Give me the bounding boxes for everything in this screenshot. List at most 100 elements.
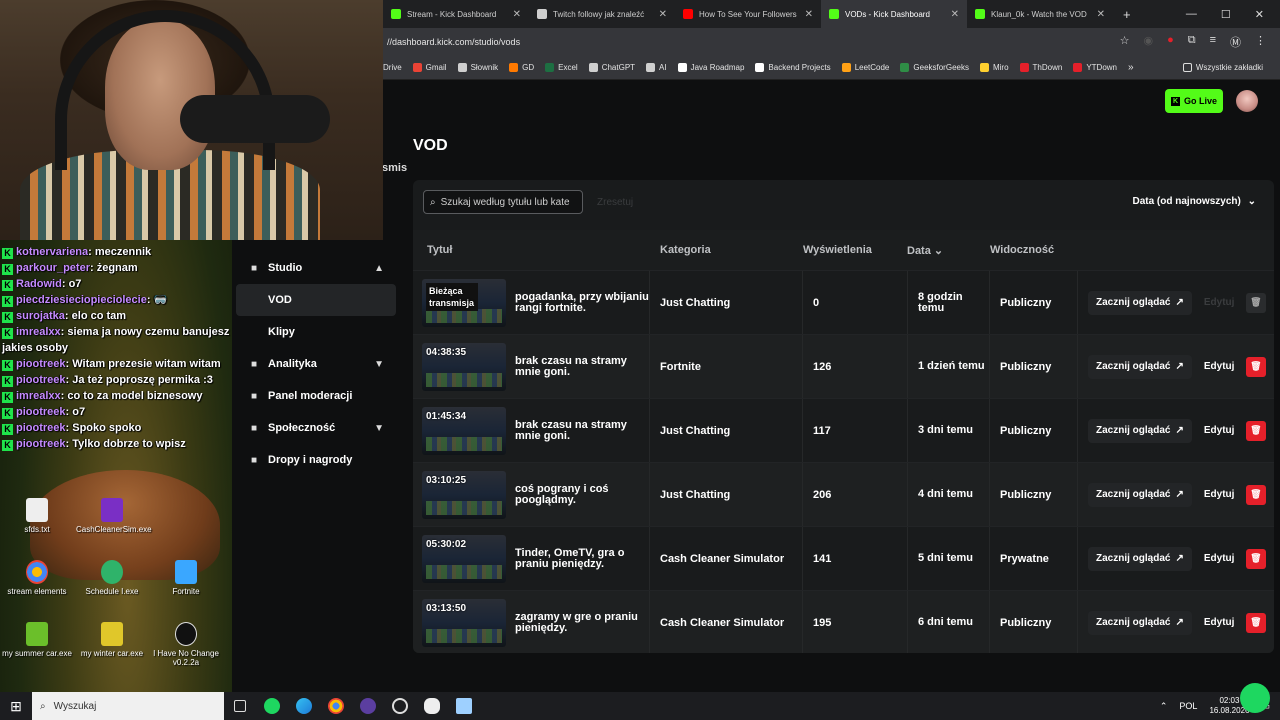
desktop-icon-schedule[interactable]: Schedule I.exe xyxy=(76,560,148,596)
bookmark-item[interactable]: Backend Projects xyxy=(755,63,831,72)
bookmark-item[interactable]: GeeksforGeeks xyxy=(900,63,969,72)
bookmark-item[interactable]: ThDown xyxy=(1019,63,1062,72)
tray-chevron-icon[interactable]: ⌃ xyxy=(1160,701,1168,712)
sidebar-item-dropy-i-nagrody[interactable]: ■ Dropy i nagrody xyxy=(236,444,396,476)
sidebar-item-klipy[interactable]: Klipy xyxy=(236,316,396,348)
task-view-icon[interactable] xyxy=(224,700,256,712)
bookmark-item[interactable]: Java Roadmap xyxy=(677,63,744,72)
delete-button[interactable]: 🗑 xyxy=(1245,484,1266,505)
bookmark-item[interactable]: ChatGPT xyxy=(588,63,635,72)
delete-button[interactable]: 🗑 xyxy=(1245,292,1266,313)
tab-3[interactable]: VODs - Kick Dashboard ✕ xyxy=(821,0,967,28)
table-row[interactable]: 01:45:34 brak czasu na stramy mnie goni. J… xyxy=(413,398,1274,463)
watch-button[interactable]: Zacznij oglądać ↗ xyxy=(1088,482,1192,507)
watch-button[interactable]: Zacznij oglądać ↗ xyxy=(1088,546,1192,571)
vod-thumbnail[interactable]: 03:13:50 xyxy=(422,598,506,647)
desktop-icon-fortnite[interactable]: Fortnite xyxy=(150,560,222,596)
close-tab-icon[interactable]: ✕ xyxy=(805,9,813,20)
table-row[interactable]: 05:30:02 Tinder, OmeTV, gra o praniu pien… xyxy=(413,526,1274,591)
chevron-icon[interactable]: ▼ xyxy=(374,359,384,370)
alien-icon[interactable] xyxy=(416,698,448,714)
bookmarks-more[interactable]: » xyxy=(1128,62,1134,73)
delete-button[interactable]: 🗑 xyxy=(1245,420,1266,441)
column-date[interactable]: Data ⌄ xyxy=(907,244,990,257)
avatar[interactable] xyxy=(1236,90,1258,112)
desktop-icon-sfds[interactable]: sfds.txt xyxy=(1,498,73,534)
watch-button[interactable]: Zacznij oglądać ↗ xyxy=(1088,610,1192,635)
windows-start-icon[interactable]: ⊞ xyxy=(0,698,32,715)
sidebar-item-społeczność[interactable]: ■ Społeczność ▼ xyxy=(236,412,396,444)
bookmark-item[interactable]: GD xyxy=(509,63,534,72)
tab-2[interactable]: How To See Your Followers ✕ xyxy=(675,0,821,28)
notepad-icon[interactable] xyxy=(448,698,480,714)
chrome-icon[interactable] xyxy=(320,698,352,714)
search-input[interactable] xyxy=(440,196,571,208)
delete-button[interactable]: 🗑 xyxy=(1245,612,1266,633)
desktop-icon-summer-car[interactable]: my summer car.exe xyxy=(1,622,73,658)
watch-button[interactable]: Zacznij oglądać ↗ xyxy=(1088,290,1192,315)
sort-dropdown[interactable]: Data (od najnowszych) ⌄ xyxy=(1132,196,1256,207)
table-row[interactable]: 04:38:35 brak czasu na stramy mnie goni. F… xyxy=(413,334,1274,399)
watch-button[interactable]: Zacznij oglądać ↗ xyxy=(1088,418,1192,443)
bookmark-item[interactable]: Gmail xyxy=(412,63,447,72)
help-chat-icon[interactable] xyxy=(1240,683,1270,713)
tab-1[interactable]: Twitch followy jak znaleźć ✕ xyxy=(529,0,675,28)
close-tab-icon[interactable]: ✕ xyxy=(951,9,959,20)
chevron-icon[interactable]: ▲ xyxy=(374,263,384,274)
bookmark-item[interactable]: Miro xyxy=(979,63,1009,72)
table-row[interactable]: Bieżąca transmisja pogadanka, przy wbijan… xyxy=(413,270,1274,335)
watch-button[interactable]: Zacznij oglądać ↗ xyxy=(1088,354,1192,379)
minimize-icon[interactable]: — xyxy=(1186,8,1197,21)
url-field[interactable]: //dashboard.kick.com/studio/vods xyxy=(387,37,1120,47)
tab-4[interactable]: Klaun_0k - Watch the VOD ✕ xyxy=(967,0,1113,28)
go-live-button[interactable]: K Go Live xyxy=(1165,89,1223,113)
bookmark-item[interactable]: Drive xyxy=(383,63,402,72)
desktop-icon-cashcleaner[interactable]: CashCleanerSim.exe xyxy=(76,498,152,534)
table-row[interactable]: 03:10:25 coś pograny i coś pooglądmy. Just… xyxy=(413,462,1274,527)
puzzle-icon[interactable]: ⧉ xyxy=(1188,34,1196,50)
profile-icon[interactable]: Ⓜ xyxy=(1230,34,1241,50)
all-bookmarks[interactable]: Wszystkie zakładki xyxy=(1182,63,1269,72)
edit-button[interactable]: Edytuj xyxy=(1204,489,1235,500)
menu-icon[interactable]: ⋮ xyxy=(1255,34,1266,50)
sidebar-item-analityka[interactable]: ■ Analityka ▼ xyxy=(236,348,396,380)
tab-0[interactable]: Stream - Kick Dashboard ✕ xyxy=(383,0,529,28)
sidebar-item-vod[interactable]: VOD xyxy=(236,284,396,316)
taskbar-search[interactable]: ⌕ Wyszukaj xyxy=(32,692,224,720)
close-tab-icon[interactable]: ✕ xyxy=(513,9,521,20)
chevron-icon[interactable]: ▼ xyxy=(374,423,384,434)
desktop-icon-winter-car[interactable]: my winter car.exe xyxy=(76,622,148,658)
close-tab-icon[interactable]: ✕ xyxy=(659,9,667,20)
close-window-icon[interactable]: ✕ xyxy=(1255,8,1264,21)
app-icon[interactable] xyxy=(384,698,416,714)
search-field[interactable]: ⌕ xyxy=(423,190,583,214)
spotify-icon[interactable] xyxy=(256,698,288,714)
maximize-icon[interactable]: ☐ xyxy=(1221,8,1231,21)
edit-button[interactable]: Edytuj xyxy=(1204,361,1235,372)
sidebar-item-studio[interactable]: ■ Studio ▲ xyxy=(236,252,396,284)
bookmark-item[interactable]: Słownik xyxy=(457,63,498,72)
bookmark-item[interactable]: AI xyxy=(646,63,667,72)
vod-thumbnail[interactable]: Bieżąca transmisja xyxy=(422,278,506,327)
vod-thumbnail[interactable]: 03:10:25 xyxy=(422,470,506,519)
shield-icon[interactable]: ● xyxy=(1167,34,1174,50)
vod-thumbnail[interactable]: 05:30:02 xyxy=(422,534,506,583)
playlist-icon[interactable]: ≡ xyxy=(1210,34,1216,50)
obs-icon[interactable] xyxy=(352,698,384,714)
desktop-icon-no-change[interactable]: I Have No Change v0.2.2a xyxy=(150,622,222,667)
edit-button[interactable]: Edytuj xyxy=(1204,617,1235,628)
close-tab-icon[interactable]: ✕ xyxy=(1097,9,1105,20)
bookmark-item[interactable]: YTDown xyxy=(1073,63,1117,72)
sidebar-item-panel-moderacji[interactable]: ■ Panel moderacji xyxy=(236,380,396,412)
bookmark-star-icon[interactable]: ☆ xyxy=(1120,34,1130,50)
new-tab-button[interactable]: + xyxy=(1113,7,1141,22)
edit-button[interactable]: Edytuj xyxy=(1204,297,1235,308)
desktop-icon-stream-elements[interactable]: stream elements xyxy=(1,560,73,596)
vod-thumbnail[interactable]: 01:45:34 xyxy=(422,406,506,455)
reset-button[interactable]: Zresetuj xyxy=(597,197,633,208)
vod-thumbnail[interactable]: 04:38:35 xyxy=(422,342,506,391)
delete-button[interactable]: 🗑 xyxy=(1245,356,1266,377)
extension-icon[interactable]: ◉ xyxy=(1143,34,1153,50)
bookmark-item[interactable]: LeetCode xyxy=(841,63,889,72)
edit-button[interactable]: Edytuj xyxy=(1204,425,1235,436)
